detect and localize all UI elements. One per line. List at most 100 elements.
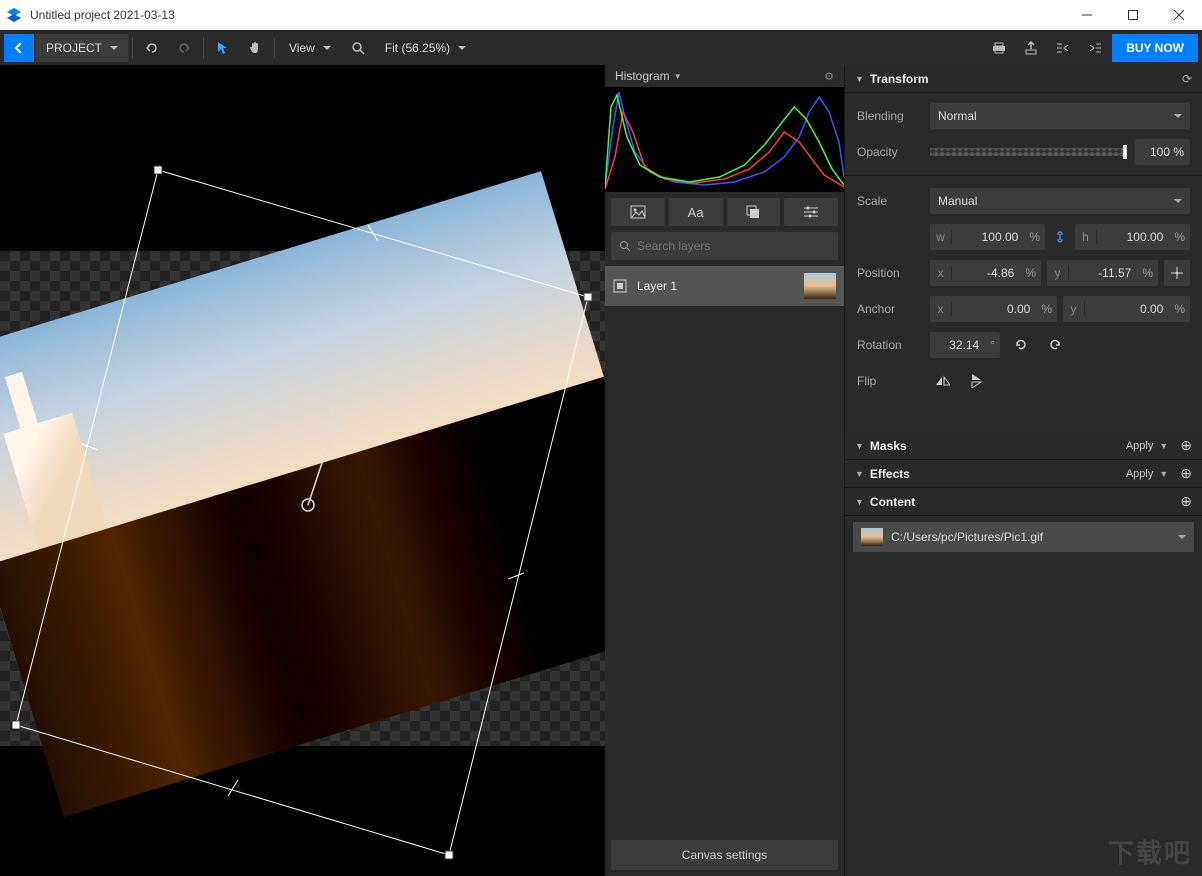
- add-mask-icon[interactable]: ⊕: [1180, 437, 1192, 454]
- canvas-settings-label: Canvas settings: [682, 848, 767, 862]
- opacity-label: Opacity: [857, 145, 922, 159]
- project-menu-button[interactable]: PROJECT: [36, 34, 128, 62]
- scale-h-value: 100.00: [1097, 230, 1169, 244]
- chevron-down-icon: ▼: [855, 497, 864, 507]
- chevron-down-icon: ▼: [855, 441, 864, 451]
- view-menu-label: View: [289, 41, 315, 55]
- hand-tool-button[interactable]: [240, 34, 270, 62]
- export-button[interactable]: [1016, 34, 1046, 62]
- scale-width-input[interactable]: w100.00%: [930, 224, 1045, 250]
- zoom-level-button[interactable]: Fit (56.25%): [375, 34, 476, 62]
- scale-label: Scale: [857, 194, 922, 208]
- flip-vertical-button[interactable]: [964, 368, 990, 394]
- undo-button[interactable]: [137, 34, 167, 62]
- scale-height-input[interactable]: h100.00%: [1075, 224, 1190, 250]
- rotation-value: 32.14: [930, 338, 985, 352]
- pointer-tool-button[interactable]: [208, 34, 238, 62]
- add-effect-icon[interactable]: ⊕: [1180, 465, 1192, 482]
- add-adjustment-layer-button[interactable]: [784, 198, 838, 226]
- reset-transform-icon[interactable]: ⟳: [1182, 72, 1192, 86]
- position-label: Position: [857, 266, 922, 280]
- panel-toggle-left-button[interactable]: [1048, 34, 1078, 62]
- blending-mode-dropdown[interactable]: Normal: [930, 103, 1190, 129]
- effects-panel-header[interactable]: ▼ Effects Apply▼ ⊕: [845, 460, 1202, 488]
- effects-apply-label[interactable]: Apply: [1126, 468, 1154, 480]
- search-layers-input[interactable]: [611, 232, 838, 260]
- add-text-layer-button[interactable]: Aa: [669, 198, 723, 226]
- buy-now-button[interactable]: BUY NOW: [1112, 34, 1198, 62]
- zoom-icon: [343, 34, 373, 62]
- rotation-input[interactable]: 32.14°: [930, 332, 1000, 358]
- scale-mode-dropdown[interactable]: Manual: [930, 188, 1190, 214]
- content-panel-title: Content: [870, 495, 915, 509]
- view-menu-button[interactable]: View: [279, 34, 341, 62]
- panel-toggle-right-button[interactable]: [1080, 34, 1110, 62]
- window-maximize-button[interactable]: [1110, 0, 1156, 30]
- redo-button[interactable]: [169, 34, 199, 62]
- add-mask-layer-button[interactable]: [727, 198, 781, 226]
- zoom-level-label: Fit (56.25%): [385, 41, 450, 55]
- buy-now-label: BUY NOW: [1126, 41, 1184, 55]
- content-panel-header[interactable]: ▼ Content ⊕: [845, 488, 1202, 516]
- opacity-slider[interactable]: [930, 139, 1127, 165]
- back-button[interactable]: [4, 34, 34, 62]
- layer-thumbnail: [804, 273, 836, 299]
- masks-panel-header[interactable]: ▼ Masks Apply▼ ⊕: [845, 432, 1202, 460]
- histogram-header[interactable]: Histogram ▼: [605, 65, 844, 87]
- scale-w-value: 100.00: [952, 230, 1024, 244]
- masks-panel-title: Masks: [870, 439, 907, 453]
- text-layer-icon-label: Aa: [688, 205, 704, 220]
- pos-y-value: -11.57: [1069, 266, 1137, 280]
- histogram-label: Histogram: [615, 69, 670, 83]
- watermark-text: 下载吧: [1108, 833, 1192, 870]
- position-anchor-picker[interactable]: [1164, 260, 1190, 286]
- effects-panel-title: Effects: [870, 467, 910, 481]
- pos-x-value: -4.86: [952, 266, 1020, 280]
- add-image-layer-button[interactable]: [611, 198, 665, 226]
- layers-panel: Histogram ▼ Aa Layer 1 Canvas s: [605, 65, 845, 876]
- chevron-down-icon: ▼: [855, 74, 864, 84]
- position-x-input[interactable]: x-4.86%: [930, 260, 1041, 286]
- flip-label: Flip: [857, 374, 922, 388]
- layer-name: Layer 1: [637, 279, 677, 293]
- anchor-label: Anchor: [857, 302, 922, 316]
- content-file-path: C:/Users/pc/Pictures/Pic1.gif: [891, 530, 1043, 544]
- app-logo-icon: [6, 7, 22, 23]
- canvas-viewport[interactable]: [0, 65, 605, 876]
- layer-visibility-icon[interactable]: [613, 279, 627, 293]
- opacity-value[interactable]: 100 %: [1135, 139, 1190, 165]
- window-close-button[interactable]: [1156, 0, 1202, 30]
- rotate-cw-button[interactable]: [1042, 332, 1068, 358]
- scale-mode-value: Manual: [938, 194, 977, 208]
- link-scale-icon[interactable]: [1051, 224, 1069, 250]
- chevron-down-icon: ▼: [855, 469, 864, 479]
- masks-apply-label[interactable]: Apply: [1126, 440, 1154, 452]
- window-minimize-button[interactable]: [1064, 0, 1110, 30]
- canvas-settings-button[interactable]: Canvas settings: [611, 840, 838, 870]
- anchor-x-input[interactable]: x0.00%: [930, 296, 1057, 322]
- blending-mode-value: Normal: [938, 109, 977, 123]
- transform-panel-header[interactable]: ▼ Transform ⟳: [845, 65, 1202, 93]
- blending-label: Blending: [857, 109, 922, 123]
- flip-horizontal-button[interactable]: [930, 368, 956, 394]
- rotation-label: Rotation: [857, 338, 922, 352]
- window-titlebar: Untitled project 2021-03-13: [0, 0, 1202, 30]
- anchor-x-value: 0.00: [952, 302, 1036, 316]
- properties-panel: ▼ Transform ⟳ Blending Normal Opacity 10…: [845, 65, 1202, 876]
- transform-panel-title: Transform: [870, 72, 929, 86]
- main-toolbar: PROJECT View Fit (56.25%) BUY NOW: [0, 30, 1202, 65]
- print-button[interactable]: [984, 34, 1014, 62]
- content-file-row[interactable]: C:/Users/pc/Pictures/Pic1.gif: [853, 522, 1194, 552]
- layer-item[interactable]: Layer 1: [605, 266, 844, 306]
- project-menu-label: PROJECT: [46, 41, 102, 55]
- histogram-display: [605, 87, 844, 192]
- anchor-y-value: 0.00: [1085, 302, 1169, 316]
- search-icon: [619, 240, 631, 252]
- position-y-input[interactable]: y-11.57%: [1047, 260, 1158, 286]
- transform-panel-body: Blending Normal Opacity 100 % Scale Manu…: [845, 93, 1202, 414]
- anchor-y-input[interactable]: y0.00%: [1063, 296, 1190, 322]
- add-content-icon[interactable]: ⊕: [1180, 493, 1192, 510]
- search-layers-field[interactable]: [637, 239, 830, 253]
- content-thumbnail: [861, 528, 883, 546]
- rotate-ccw-button[interactable]: [1008, 332, 1034, 358]
